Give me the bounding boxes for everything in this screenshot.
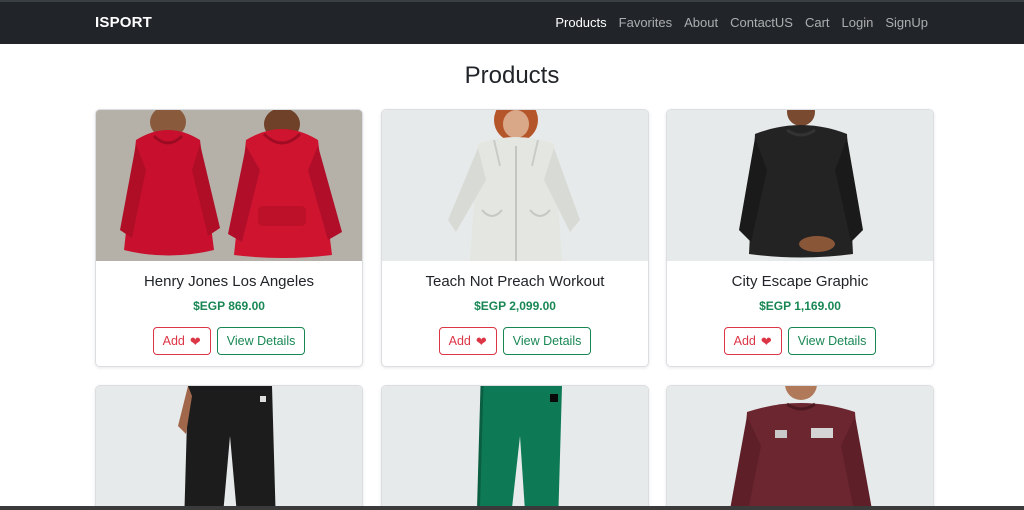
product-card-body: Henry Jones Los Angeles $EGP 869.00 Add … xyxy=(96,261,362,355)
product-image-white-zip-hoodie[interactable] xyxy=(382,110,648,261)
product-price: $EGP 869.00 xyxy=(193,299,265,313)
product-name: Henry Jones Los Angeles xyxy=(143,273,315,290)
product-image-green-pants[interactable] xyxy=(382,386,648,510)
nav-link-signup[interactable]: SignUp xyxy=(885,15,928,30)
product-card-body: City Escape Graphic $EGP 1,169.00 Add ❤ … xyxy=(667,261,933,355)
add-label: Add xyxy=(448,334,471,348)
product-card-body: Teach Not Preach Workout $EGP 2,099.00 A… xyxy=(382,261,648,355)
product-card xyxy=(381,385,649,510)
product-card: Henry Jones Los Angeles $EGP 869.00 Add … xyxy=(95,109,363,367)
product-image-red-hoodie[interactable] xyxy=(96,110,362,261)
product-card: City Escape Graphic $EGP 1,169.00 Add ❤ … xyxy=(666,109,934,367)
nav-links: Products Favorites About ContactUS Cart … xyxy=(555,15,928,30)
product-name: Teach Not Preach Workout xyxy=(425,273,605,290)
product-price: $EGP 2,099.00 xyxy=(474,299,556,313)
product-image-black-sweatshirt[interactable] xyxy=(667,110,933,261)
add-favorite-button[interactable]: Add ❤ xyxy=(723,327,782,355)
heart-icon: ❤ xyxy=(760,333,772,349)
view-details-button[interactable]: View Details xyxy=(502,327,592,355)
product-image-maroon-sweatshirt[interactable] xyxy=(667,386,933,510)
heart-icon: ❤ xyxy=(189,333,201,349)
product-actions: Add ❤ View Details xyxy=(96,327,362,355)
product-card: Teach Not Preach Workout $EGP 2,099.00 A… xyxy=(381,109,649,367)
nav-link-contact[interactable]: ContactUS xyxy=(730,15,793,30)
product-image-black-pants[interactable] xyxy=(96,386,362,510)
brand-logo[interactable]: ISPORT xyxy=(95,14,152,31)
nav-link-about[interactable]: About xyxy=(684,15,718,30)
product-actions: Add ❤ View Details xyxy=(382,327,648,355)
add-favorite-button[interactable]: Add ❤ xyxy=(438,327,497,355)
nav-link-favorites[interactable]: Favorites xyxy=(619,15,672,30)
nav-link-cart[interactable]: Cart xyxy=(805,15,830,30)
product-name: City Escape Graphic xyxy=(731,273,869,290)
page-title: Products xyxy=(464,62,560,89)
window-bottom-edge xyxy=(0,506,1024,510)
product-card xyxy=(95,385,363,510)
add-label: Add xyxy=(733,334,756,348)
add-favorite-button[interactable]: Add ❤ xyxy=(152,327,211,355)
product-price: $EGP 1,169.00 xyxy=(759,299,841,313)
view-details-button[interactable]: View Details xyxy=(787,327,877,355)
nav-link-login[interactable]: Login xyxy=(842,15,874,30)
product-actions: Add ❤ View Details xyxy=(667,327,933,355)
navbar: ISPORT Products Favorites About ContactU… xyxy=(0,0,1024,44)
heart-icon: ❤ xyxy=(475,333,487,349)
view-details-button[interactable]: View Details xyxy=(216,327,306,355)
add-label: Add xyxy=(162,334,185,348)
nav-link-products[interactable]: Products xyxy=(555,15,606,30)
product-card xyxy=(666,385,934,510)
